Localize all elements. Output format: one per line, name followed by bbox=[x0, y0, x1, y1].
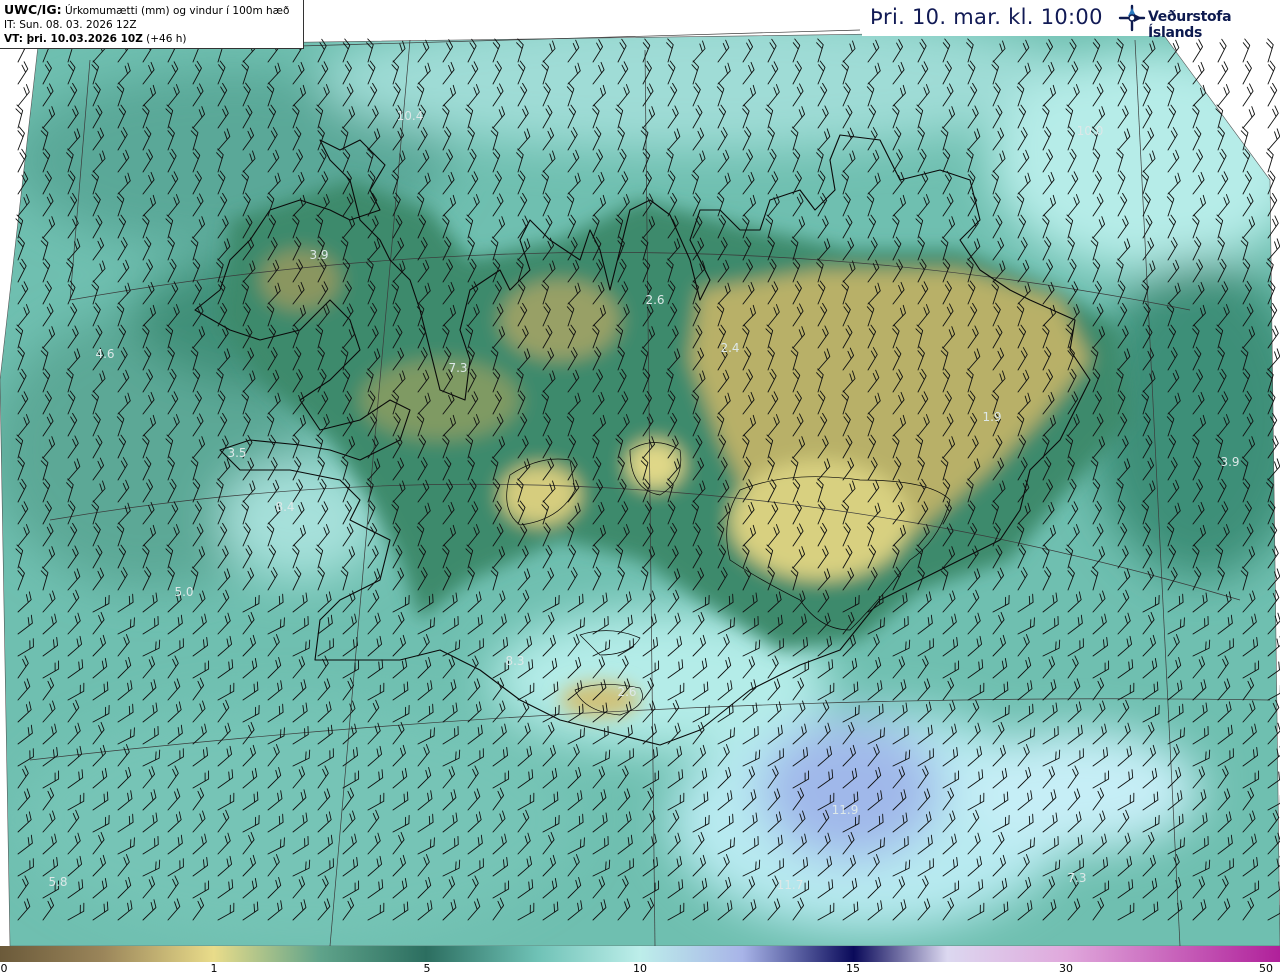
value-label: 4.6 bbox=[95, 347, 114, 361]
scale-tick-labels: 0 1 5 10 15 30 50 bbox=[0, 962, 1280, 978]
brand-name: Veðurstofa Íslands bbox=[1148, 9, 1232, 41]
value-label: 2.6 bbox=[617, 685, 636, 699]
value-label: 3.5 bbox=[227, 446, 246, 460]
title-bar: Þri. 10. mar. kl. 10:00 Veðurstofa Íslan… bbox=[862, 0, 1280, 41]
precipitation-field bbox=[0, 30, 1280, 946]
value-label: 2.4 bbox=[720, 341, 739, 355]
value-label: 10.0 bbox=[1077, 124, 1104, 138]
valid-time: VT: þri. 10.03.2026 10Z bbox=[4, 33, 143, 45]
scale-tick-0: 0 bbox=[0, 962, 8, 975]
weather-vane-icon bbox=[1118, 4, 1146, 32]
product-code: UWC/IG: bbox=[4, 2, 62, 17]
value-label: 10.4 bbox=[397, 109, 424, 123]
scale-tick-50: 50 bbox=[1259, 962, 1273, 975]
scale-tick-1: 1 bbox=[210, 962, 218, 975]
value-label: 3.9 bbox=[1220, 455, 1239, 469]
value-label: 2.6 bbox=[645, 293, 664, 307]
scale-tick-10: 10 bbox=[633, 962, 647, 975]
product-description: Úrkomumætti (mm) og vindur í 100m hæð bbox=[64, 5, 290, 17]
value-label: 7.3 bbox=[1067, 871, 1086, 885]
value-label: 5.8 bbox=[48, 875, 67, 889]
value-label: 8.4 bbox=[275, 500, 294, 514]
value-label: 5.0 bbox=[174, 585, 193, 599]
scale-tick-15: 15 bbox=[846, 962, 860, 975]
scale-tick-5: 5 bbox=[423, 962, 431, 975]
value-label: 11.9 bbox=[832, 803, 859, 817]
forecast-offset: (+46 h) bbox=[146, 33, 187, 45]
value-label: 1.9 bbox=[982, 410, 1001, 424]
product-info-box: UWC/IG: Úrkomumætti (mm) og vindur í 100… bbox=[0, 0, 304, 49]
value-label: 8.3 bbox=[505, 654, 524, 668]
precipitation-wind-map[interactable]: 10.4 10.0 3.9 4.6 2.6 2.4 7.3 3.5 1.9 3.9 8.4 5.0 8.… bbox=[0, 0, 1280, 946]
value-label: 11.7 bbox=[777, 878, 804, 892]
vedurstofa-logo[interactable]: Veðurstofa Íslands bbox=[1118, 4, 1278, 41]
precipitation-color-scale bbox=[0, 946, 1280, 962]
scale-tick-30: 30 bbox=[1059, 962, 1073, 975]
value-label: 3.9 bbox=[309, 248, 328, 262]
value-label: 7.3 bbox=[448, 361, 467, 375]
valid-time-title: Þri. 10. mar. kl. 10:00 bbox=[870, 5, 1103, 29]
issue-time: IT: Sun. 08. 03. 2026 12Z bbox=[4, 19, 137, 31]
